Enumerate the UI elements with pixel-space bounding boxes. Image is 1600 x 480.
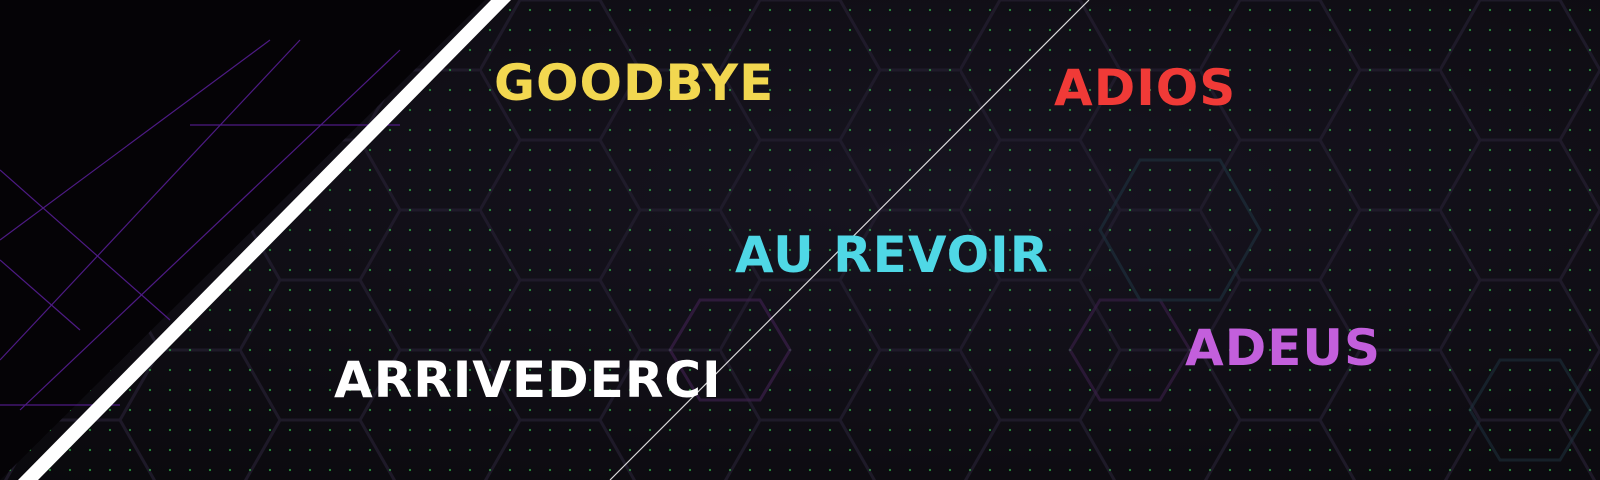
- goodbye-banner: GOODBYE ADIOS AU REVOIR ADEUS ARRIVEDERC…: [0, 0, 1600, 480]
- word-arrivederci: ARRIVEDERCI: [334, 351, 722, 409]
- word-au-revoir: AU REVOIR: [735, 226, 1050, 284]
- word-adeus: ADEUS: [1185, 319, 1381, 377]
- word-goodbye: GOODBYE: [494, 54, 775, 112]
- word-adios: ADIOS: [1054, 59, 1237, 117]
